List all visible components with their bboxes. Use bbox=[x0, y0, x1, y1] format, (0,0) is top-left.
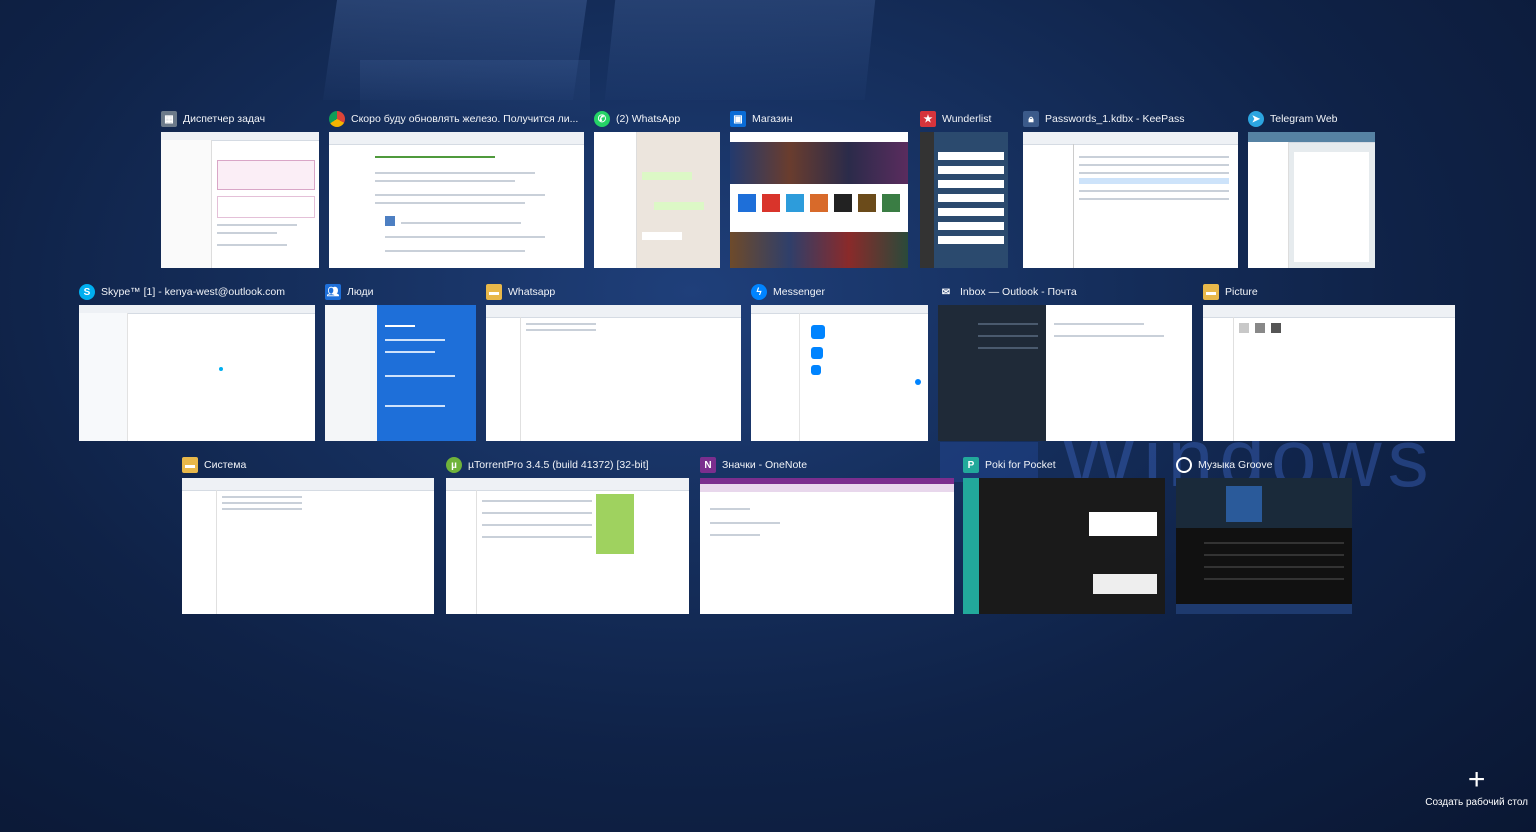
task-view-window[interactable]: ✉ Inbox — Outlook - Почта bbox=[938, 283, 1192, 441]
window-thumbnail bbox=[1176, 478, 1352, 614]
mail-icon: ✉ bbox=[941, 286, 951, 298]
folder-icon: ▬ bbox=[1203, 284, 1219, 300]
window-title: Telegram Web bbox=[1270, 113, 1338, 125]
window-title: Poki for Pocket bbox=[985, 459, 1056, 471]
window-title: Skype™ [1] - kenya-west@outlook.com bbox=[101, 286, 285, 298]
onenote-icon: N bbox=[700, 457, 716, 473]
window-thumbnail bbox=[486, 305, 741, 441]
window-thumbnail bbox=[963, 478, 1165, 614]
groove-icon bbox=[1176, 457, 1192, 473]
task-view-window[interactable]: ★ Wunderlist bbox=[920, 110, 1008, 270]
keepass-icon: 🔒︎ bbox=[1023, 111, 1039, 127]
plus-icon: + bbox=[1467, 763, 1486, 796]
folder-icon: ▬ bbox=[182, 457, 198, 473]
telegram-icon: ➤ bbox=[1248, 111, 1264, 127]
task-view-window[interactable]: ▦ Диспетчер задач bbox=[161, 110, 319, 270]
window-thumbnail bbox=[920, 132, 1008, 268]
skype-icon: S bbox=[79, 284, 95, 300]
window-title: Passwords_1.kdbx - KeePass bbox=[1045, 113, 1185, 125]
task-view-window[interactable]: P Poki for Pocket bbox=[963, 456, 1165, 614]
task-view-window[interactable]: ▬ Whatsapp bbox=[486, 283, 741, 441]
task-view-window[interactable]: 🔒︎ Passwords_1.kdbx - KeePass bbox=[1023, 110, 1238, 270]
window-thumbnail bbox=[938, 305, 1192, 441]
window-thumbnail bbox=[79, 305, 315, 441]
window-thumbnail bbox=[751, 305, 928, 441]
task-view-window[interactable]: S Skype™ [1] - kenya-west@outlook.com bbox=[79, 283, 315, 441]
folder-icon: ▬ bbox=[486, 284, 502, 300]
window-title: Музыка Groove bbox=[1198, 459, 1273, 471]
window-title: Скоро буду обновлять железо. Получится л… bbox=[351, 113, 579, 125]
background-light-beam bbox=[604, 0, 876, 100]
window-thumbnail bbox=[1248, 132, 1375, 268]
people-icon: 👥︎ bbox=[325, 284, 341, 300]
window-thumbnail bbox=[1203, 305, 1455, 441]
window-title: Диспетчер задач bbox=[183, 113, 266, 125]
window-title: Люди bbox=[347, 286, 374, 298]
window-thumbnail bbox=[594, 132, 720, 268]
window-thumbnail bbox=[161, 132, 319, 268]
whatsapp-icon: ✆ bbox=[594, 111, 610, 127]
window-thumbnail bbox=[329, 132, 584, 268]
task-view-window[interactable]: ➤ Telegram Web bbox=[1248, 110, 1375, 270]
window-thumbnail bbox=[700, 478, 954, 614]
utorrent-icon: µ bbox=[446, 457, 462, 473]
task-view-window[interactable]: Скоро буду обновлять железо. Получится л… bbox=[329, 110, 584, 270]
task-view-window[interactable]: µ µTorrentPro 3.4.5 (build 41372) [32-bit… bbox=[446, 456, 689, 614]
window-title: Значки - OneNote bbox=[722, 459, 808, 471]
window-thumbnail bbox=[1023, 132, 1238, 268]
window-title: Wunderlist bbox=[942, 113, 992, 125]
window-title: Магазин bbox=[752, 113, 793, 125]
store-icon: ▣ bbox=[730, 111, 746, 127]
window-title: Inbox — Outlook - Почта bbox=[960, 286, 1077, 298]
messenger-icon: ϟ bbox=[751, 284, 767, 300]
window-title: Whatsapp bbox=[508, 286, 556, 298]
task-view-window[interactable]: ▬ Система bbox=[182, 456, 434, 614]
poki-icon: P bbox=[963, 457, 979, 473]
window-title: Система bbox=[204, 459, 247, 471]
task-view-window[interactable]: Музыка Groove bbox=[1176, 456, 1352, 614]
task-manager-icon: ▦ bbox=[161, 111, 177, 127]
window-thumbnail bbox=[325, 305, 476, 441]
new-desktop-button[interactable]: + Создать рабочий стол bbox=[1425, 763, 1528, 809]
window-title: µTorrentPro 3.4.5 (build 41372) [32-bit] bbox=[468, 459, 649, 471]
task-view-window[interactable]: N Значки - OneNote bbox=[700, 456, 954, 614]
window-title: Messenger bbox=[773, 286, 825, 298]
window-thumbnail bbox=[446, 478, 689, 614]
chrome-icon bbox=[329, 111, 345, 127]
window-title: Picture bbox=[1225, 286, 1258, 298]
task-view-window[interactable]: ▬ Picture bbox=[1203, 283, 1455, 441]
task-view-window[interactable]: ▣ Магазин bbox=[730, 110, 908, 270]
task-view-window[interactable]: ✆ (2) WhatsApp bbox=[594, 110, 720, 270]
wunderlist-icon: ★ bbox=[920, 111, 936, 127]
window-title: (2) WhatsApp bbox=[616, 113, 681, 125]
task-view-window[interactable]: 👥︎ Люди bbox=[325, 283, 476, 441]
task-view-window[interactable]: ϟ Messenger bbox=[751, 283, 928, 441]
new-desktop-label: Создать рабочий стол bbox=[1425, 797, 1528, 808]
window-thumbnail bbox=[730, 132, 908, 268]
window-thumbnail bbox=[182, 478, 434, 614]
